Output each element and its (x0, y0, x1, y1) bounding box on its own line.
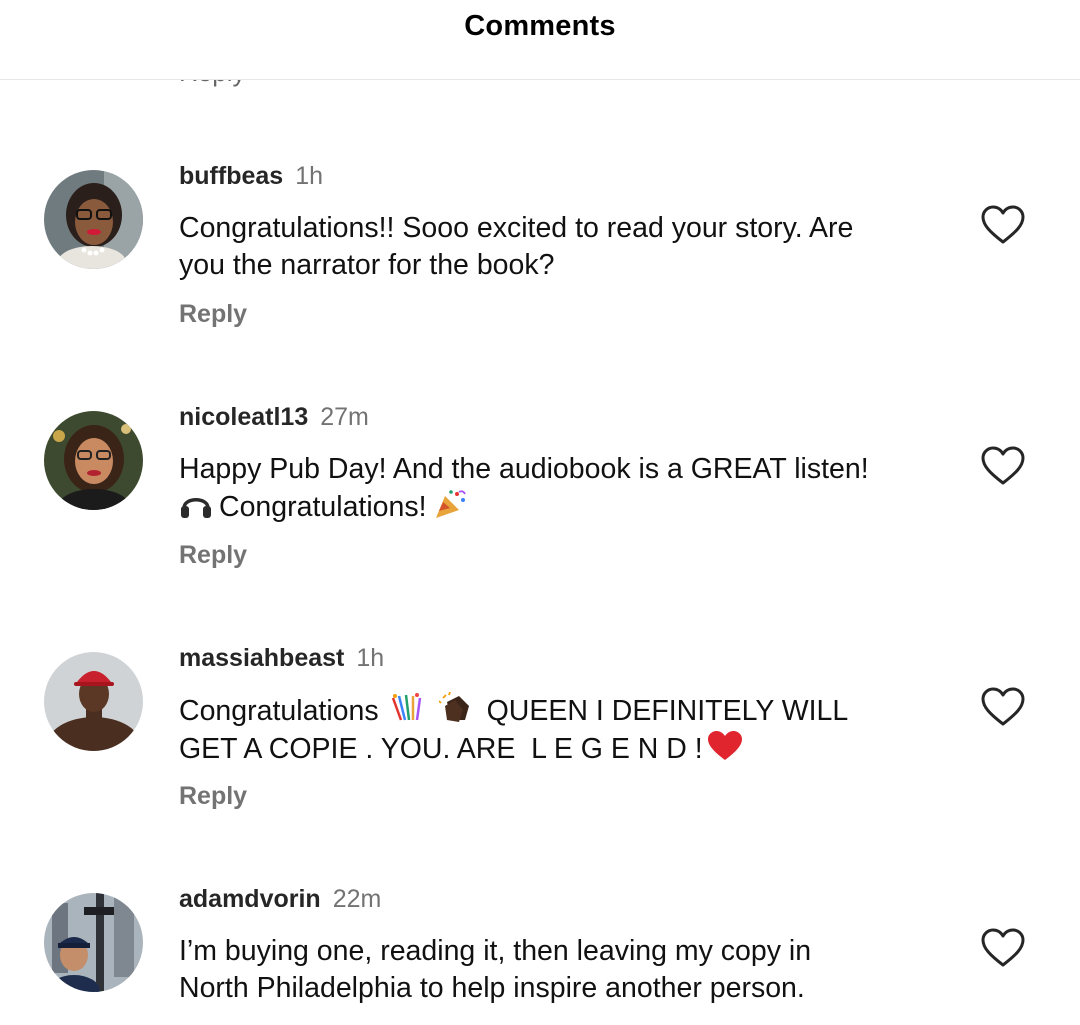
comment-item: nicoleatl13 27m Happy Pub Day! And the au… (0, 403, 1080, 603)
comment-text: Congratulations!! Sooo excited to read y… (179, 210, 939, 284)
party-popper-emoji (435, 490, 466, 518)
comment-text-line-1: Congratulations QUEEN I DEFINITELY WILL (179, 692, 939, 730)
comment-text: Congratulations QUEEN I DEFINITELY WILL … (179, 692, 939, 768)
comment-text-line-2: GET A COPIE . YOU. ARE L E G E N D ! (179, 730, 939, 768)
comment-text-line: North Philadelphia to help inspire anoth… (179, 972, 805, 1004)
comment-text-fragment: GET A COPIE . YOU. ARE L E G E N D ! (179, 733, 703, 765)
heart-outline-icon[interactable] (980, 927, 1026, 969)
comment-text-line: Happy Pub Day! And the audiobook is a GR… (179, 453, 869, 485)
comment-item: massiahbeast 1h Congratulations QUEEN I D… (0, 644, 1080, 844)
avatar-massiahbeast[interactable] (44, 652, 143, 751)
avatar-adamdvorin[interactable] (44, 893, 143, 992)
reply-button[interactable]: Reply (179, 300, 247, 329)
comment-text-fragment: Congratulations! (219, 491, 427, 523)
comment-text-line: I’m buying one, reading it, then leaving… (179, 935, 812, 967)
username[interactable]: adamdvorin (179, 885, 321, 913)
comment-meta: adamdvorin 22m (179, 885, 381, 914)
comment-meta: massiahbeast 1h (179, 644, 384, 673)
heart-outline-icon[interactable] (980, 204, 1026, 246)
comment-meta: nicoleatl13 27m (179, 403, 369, 432)
header-title: Comments (464, 10, 616, 42)
comment-text-line-2: Congratulations! (179, 488, 939, 526)
avatar-buffbeas[interactable] (44, 170, 143, 269)
username[interactable]: buffbeas (179, 162, 283, 190)
heart-outline-icon[interactable] (980, 445, 1026, 487)
reply-button[interactable]: Reply (179, 782, 247, 811)
comment-text-fragment: Congratulations (179, 695, 379, 727)
username[interactable]: massiahbeast (179, 644, 344, 672)
username[interactable]: nicoleatl13 (179, 403, 308, 431)
confetti-ball-emoji (391, 693, 421, 721)
comment-text-line: Congratulations!! Sooo excited to read y… (179, 212, 854, 244)
comments-header: Comments (0, 0, 1080, 80)
headphones-emoji (181, 498, 211, 518)
timestamp: 1h (356, 644, 385, 672)
comment-item: adamdvorin 22m I’m buying one, reading it… (0, 885, 1080, 1025)
comment-item: buffbeas 1h Congratulations!! Sooo excite… (0, 162, 1080, 362)
comment-text: I’m buying one, reading it, then leaving… (179, 933, 939, 1007)
avatar-nicoleatl13[interactable] (44, 411, 143, 510)
comment-text-fragment: QUEEN I DEFINITELY WILL (486, 695, 849, 727)
comment-meta: buffbeas 1h (179, 162, 323, 191)
clapping-hands-emoji (438, 692, 469, 722)
timestamp: 27m (320, 403, 369, 431)
red-heart-emoji (707, 731, 742, 760)
comment-text-line: you the narrator for the book? (179, 249, 555, 281)
timestamp: 22m (332, 885, 382, 913)
comment-text: Happy Pub Day! And the audiobook is a GR… (179, 451, 939, 526)
heart-outline-icon[interactable] (980, 686, 1026, 728)
timestamp: 1h (295, 162, 323, 190)
reply-button[interactable]: Reply (179, 541, 247, 570)
